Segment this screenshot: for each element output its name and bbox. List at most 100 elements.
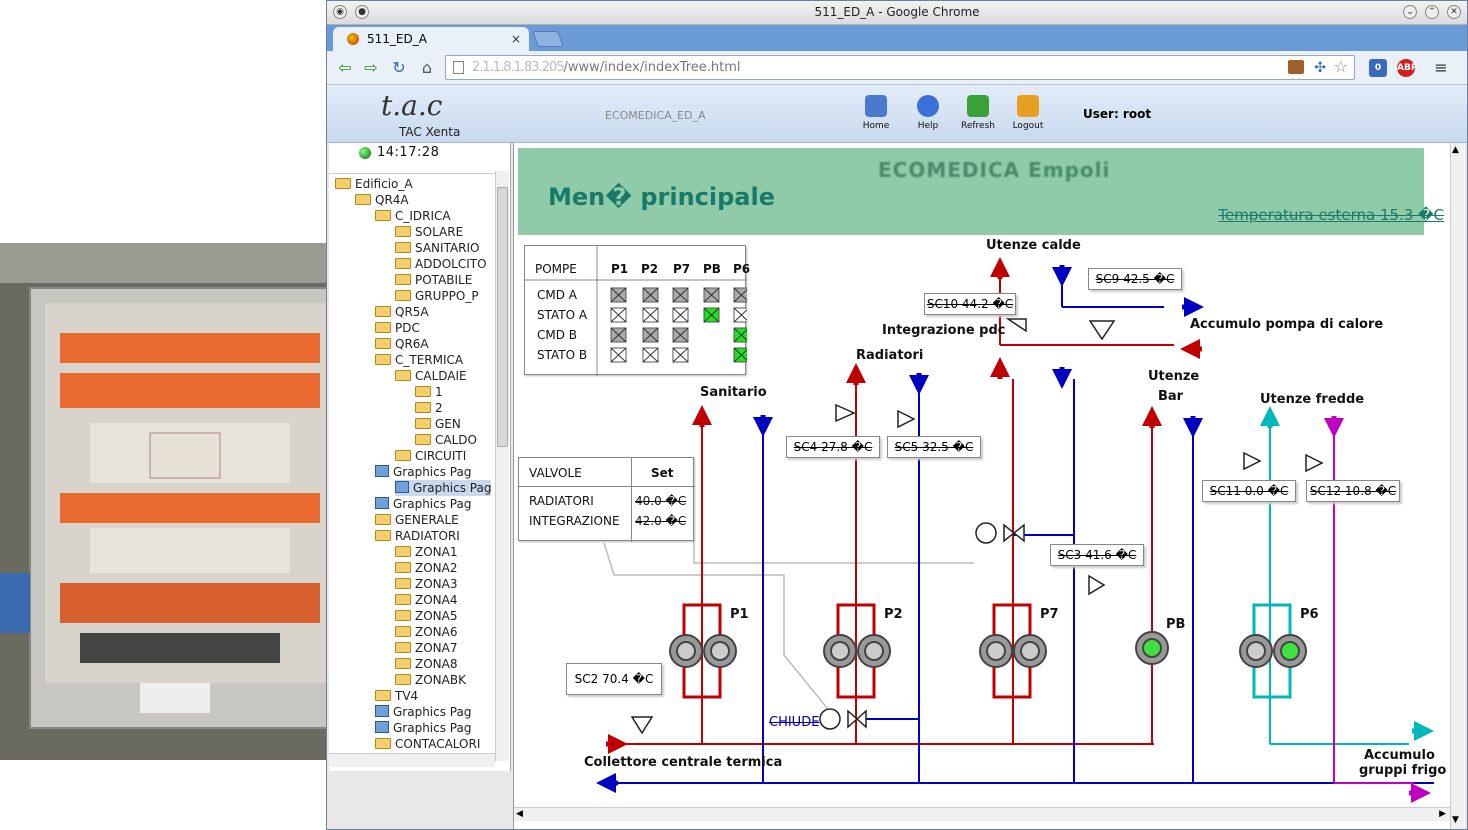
tree-node[interactable]: ZONA8 <box>395 656 458 672</box>
extension-icon[interactable] <box>1288 60 1304 74</box>
tree-node[interactable]: CONTACALORI <box>375 736 480 752</box>
tree-node[interactable]: ZONA2 <box>395 560 458 576</box>
tree-node-label: Graphics Pag <box>413 481 492 495</box>
sensor-sc5[interactable]: SC5 32.5 �C <box>887 436 981 458</box>
content-horizontal-scrollbar[interactable]: ◀ ▶ <box>514 807 1450 821</box>
tree-node[interactable]: Graphics Pag <box>375 720 471 736</box>
tree-node-label: 1 <box>435 385 443 399</box>
sensor-sc12[interactable]: SC12 10.8 �C <box>1306 480 1400 502</box>
tree-vertical-scrollbar[interactable] <box>495 171 509 761</box>
label-radiatori: Radiatori <box>856 348 924 363</box>
reload-icon[interactable]: ↻ <box>389 58 409 78</box>
sensor-sc9[interactable]: SC9 42.5 �C <box>1088 268 1182 290</box>
folder-icon <box>375 738 391 749</box>
tree-node[interactable]: RADIATORI <box>375 528 460 544</box>
close-window-icon[interactable]: ✕ <box>1447 5 1461 19</box>
label-chiude[interactable]: CHIUDE <box>769 715 819 730</box>
tree-node[interactable]: Graphics Pag <box>375 464 471 480</box>
home-button[interactable]: Home <box>853 95 899 131</box>
valve-radiatori-set[interactable]: 40.0 �C <box>635 494 686 508</box>
content-vertical-scrollbar[interactable]: ▲ ▼ <box>1450 143 1464 829</box>
tree-node[interactable]: CALDAIE <box>395 368 467 384</box>
tree-node-label: QR6A <box>395 337 429 351</box>
folder-icon <box>395 610 411 621</box>
maximize-icon[interactable]: ⌃ <box>1425 5 1439 19</box>
label-utenze-bar-1: Utenze <box>1148 369 1200 384</box>
tree-node[interactable]: GENERALE <box>375 512 459 528</box>
scroll-right-icon[interactable]: ▶ <box>1439 809 1446 819</box>
tree-node[interactable]: QR5A <box>375 304 429 320</box>
sensor-sc4[interactable]: SC4 27.8 �C <box>786 436 880 458</box>
site-name: ECOMEDICA_ED_A <box>605 109 706 122</box>
tree-node[interactable]: QR6A <box>375 336 429 352</box>
tree-node[interactable]: ZONA3 <box>395 576 458 592</box>
extension-counter-icon[interactable]: 0 <box>1369 59 1387 77</box>
tree-node[interactable]: Graphics Pag <box>395 480 492 496</box>
scroll-up-icon[interactable]: ▲ <box>1452 145 1459 155</box>
new-tab-button[interactable] <box>532 31 564 47</box>
tree-node-label: C_TERMICA <box>395 353 464 367</box>
tree-scroll-thumb[interactable] <box>497 187 508 447</box>
forward-arrow-icon[interactable]: ⇨ <box>361 58 381 78</box>
pin-icon[interactable]: ● <box>355 5 369 19</box>
tree-node[interactable]: ZONA5 <box>395 608 458 624</box>
tree-node[interactable]: PDC <box>375 320 420 336</box>
tree-node-label: ZONA3 <box>415 577 458 591</box>
logout-button[interactable]: Logout <box>1005 95 1051 131</box>
sidebar: 14:17:28 Edificio_A QR4A C_IDRICA SOLARE SAN… <box>329 143 511 771</box>
help-button[interactable]: Help <box>905 95 951 131</box>
home-icon[interactable]: ⌂ <box>417 58 437 78</box>
adblock-icon[interactable]: ABP <box>1397 59 1417 77</box>
sensor-sc10[interactable]: SC10 44.2 �C <box>924 293 1016 315</box>
tree-node[interactable]: SANITARIO <box>395 240 480 256</box>
tree-node[interactable]: ZONA7 <box>395 640 458 656</box>
tree-node-label: Graphics Pag <box>393 721 472 735</box>
folder-icon <box>375 690 391 701</box>
label-utenze-fredde: Utenze fredde <box>1260 392 1365 407</box>
tree-node[interactable]: C_IDRICA <box>375 208 451 224</box>
tree-node[interactable]: ZONA4 <box>395 592 458 608</box>
tree-node[interactable]: ZONA1 <box>395 544 458 560</box>
scroll-down-icon[interactable]: ▼ <box>1452 815 1459 825</box>
network-icon[interactable]: ✣ <box>1314 60 1326 76</box>
tree-node[interactable]: CIRCUITI <box>395 448 466 464</box>
minimize-icon[interactable]: ⌄ <box>1403 5 1417 19</box>
valves-header-label: VALVOLE <box>529 466 582 480</box>
tree-node[interactable]: POTABILE <box>395 272 472 288</box>
chrome-icon: ◉ <box>333 5 347 19</box>
tree-horizontal-scrollbar[interactable] <box>329 753 495 767</box>
tree-node[interactable]: Graphics Pag <box>375 496 471 512</box>
sensor-sc11[interactable]: SC11 0.0 �C <box>1202 480 1296 502</box>
sensor-sc3[interactable]: SC3 41.6 �C <box>1050 544 1144 566</box>
tree-node-label: ZONA4 <box>415 593 458 607</box>
tree-node[interactable]: 1 <box>415 384 443 400</box>
sensor-sc2[interactable]: SC2 70.4 �C <box>566 663 662 695</box>
tree-node[interactable]: 2 <box>415 400 443 416</box>
bookmark-star-icon[interactable]: ☆ <box>1334 58 1348 76</box>
tree-node[interactable]: TV4 <box>375 688 418 704</box>
scroll-left-icon[interactable]: ◀ <box>516 809 523 819</box>
tree-node[interactable]: GEN <box>415 416 461 432</box>
tree-node[interactable]: ZONA6 <box>395 624 458 640</box>
graphics-page-icon <box>375 705 389 717</box>
tree-node[interactable]: CALDO <box>415 432 477 448</box>
clock: 14:17:28 <box>359 145 439 160</box>
tree-node[interactable]: QR4A <box>355 192 409 208</box>
tree-node[interactable]: ADDOLCITO <box>395 256 487 272</box>
tab-strip: 511_ED_A × <box>327 25 1467 51</box>
refresh-button[interactable]: Refresh <box>955 95 1001 131</box>
tab-close-icon[interactable]: × <box>511 27 521 51</box>
tab-511-ed-a[interactable]: 511_ED_A × <box>333 27 529 51</box>
tree-node[interactable]: C_TERMICA <box>375 352 463 368</box>
address-bar[interactable]: 2.1.1.8.1.83.205/www/index/indexTree.htm… <box>445 55 1355 80</box>
tree-node[interactable]: ZONABK <box>395 672 466 688</box>
tree-node[interactable]: SOLARE <box>395 224 463 240</box>
tree-node[interactable]: Edificio_A <box>335 176 413 192</box>
tree-node[interactable]: GRUPPO_P <box>395 288 479 304</box>
home-label: Home <box>862 121 890 131</box>
scada-content: ECOMEDICA Empoli Men� principale Tempera… <box>513 143 1465 829</box>
back-arrow-icon[interactable]: ⇦ <box>335 58 355 78</box>
menu-icon[interactable]: ≡ <box>1431 58 1451 78</box>
tree-node[interactable]: Graphics Pag <box>375 704 471 720</box>
valve-integrazione-set[interactable]: 42.0 �C <box>635 514 686 528</box>
